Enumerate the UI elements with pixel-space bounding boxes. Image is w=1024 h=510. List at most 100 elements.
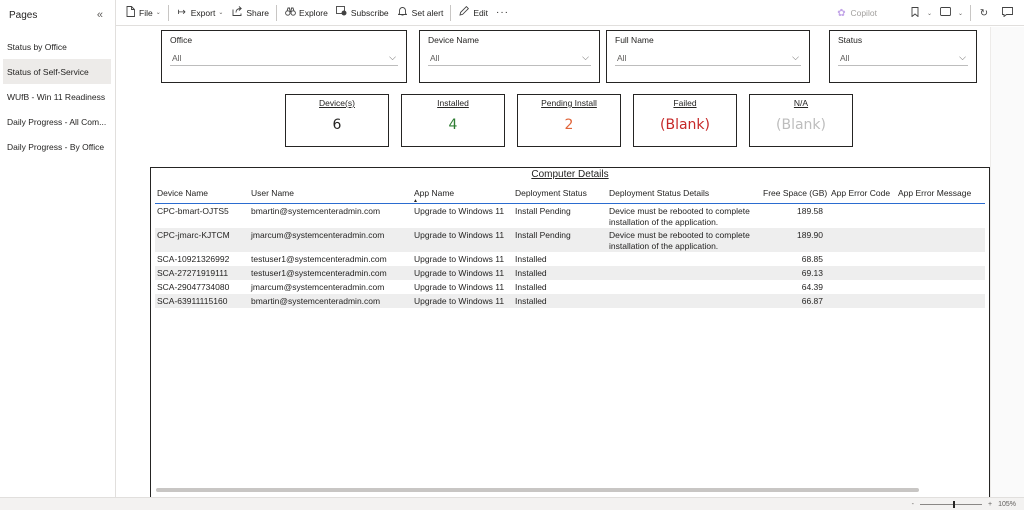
table-row[interactable]: SCA-10921326992 testuser1@systemcenteradm… <box>155 252 985 266</box>
table-cell: Upgrade to Windows 11 <box>414 206 505 216</box>
share-label: Share <box>246 7 270 18</box>
device-s-kpi-card[interactable]: Device(s) 6 <box>285 94 389 147</box>
explore-label: Explore <box>299 7 328 18</box>
refresh-button[interactable]: ↻ <box>974 0 997 26</box>
subscribe-button[interactable]: Subscribe <box>332 0 393 26</box>
page-tab-status-by-office[interactable]: Status by Office <box>0 34 115 59</box>
file-menu-button[interactable]: File ⌄ <box>120 0 165 26</box>
table-cell <box>607 280 761 294</box>
page-tab-daily-progress-by-office[interactable]: Daily Progress - By Office <box>0 134 115 159</box>
explore-button[interactable]: Explore <box>280 0 332 26</box>
toolbar-divider <box>167 4 169 21</box>
page-tab-status-of-self-service[interactable]: Status of Self-Service <box>3 59 111 84</box>
table-cell <box>607 252 761 266</box>
column-header-app-error-code[interactable]: App Error Code <box>829 188 896 198</box>
table-cell <box>896 280 981 294</box>
collapse-pane-icon[interactable]: « <box>97 9 103 21</box>
n-a-kpi-card[interactable]: N/A (Blank) <box>749 94 853 147</box>
column-header-label: Free Space (GB) <box>763 187 828 198</box>
file-icon <box>124 5 136 20</box>
toolbar-right-group: ✿ Copilot ⌄ ⌄ ↻ <box>831 0 1024 26</box>
page-tab-wufb-win-11-readiness[interactable]: WUfB - Win 11 Readiness <box>0 84 115 109</box>
bookmark-button[interactable]: ⌄ <box>905 0 936 26</box>
table-row[interactable]: CPC-bmart-OJTS5 bmartin@systemcenteradmin… <box>155 204 985 228</box>
table-cell: 64.39 <box>801 282 823 292</box>
table-cell: SCA-10921326992 <box>157 254 230 264</box>
table-row[interactable]: SCA-63911115160 bmartin@systemcenteradmin… <box>155 294 985 308</box>
ellipsis-icon: ··· <box>495 7 509 18</box>
column-header-app-name[interactable]: App Name ▲ <box>412 188 513 204</box>
table-cell: 69.13 <box>801 268 823 278</box>
table-row[interactable]: SCA-27271919111 testuser1@systemcenteradm… <box>155 266 985 280</box>
copilot-icon: ✿ <box>837 7 846 19</box>
table-title: Computer Details <box>531 169 609 180</box>
table-cell <box>829 228 896 252</box>
table-row[interactable]: CPC-jmarc-KJTCM jmarcum@systemcenteradmin… <box>155 228 985 252</box>
pages-pane: Pages « Status by Office Status of Self-S… <box>0 0 116 497</box>
table-cell <box>607 266 761 280</box>
column-header-deployment-status-details[interactable]: Deployment Status Details <box>607 188 761 198</box>
status-bar: - + 105% <box>0 497 1024 510</box>
table-row[interactable]: SCA-29047734080 jmarcum@systemcenteradmin… <box>155 280 985 294</box>
chevron-down-icon: ⌵ <box>792 52 799 62</box>
column-header-app-error-message[interactable]: App Error Message <box>896 188 981 198</box>
share-button[interactable]: Share <box>227 0 273 26</box>
view-button[interactable]: ⌄ <box>936 0 967 26</box>
table-cell: Installed <box>515 296 547 306</box>
set-alert-button[interactable]: Set alert <box>393 0 448 26</box>
kpi-label: Failed <box>673 98 697 108</box>
table-cell <box>829 294 896 308</box>
export-arrow-icon: ↦ <box>177 7 186 18</box>
horizontal-scrollbar[interactable] <box>156 488 919 492</box>
table-cell: Upgrade to Windows 11 <box>414 296 505 306</box>
kpi-value: 6 <box>332 117 342 133</box>
device-name-dropdown[interactable]: All ⌵ <box>428 50 591 66</box>
zoom-out-button[interactable]: - <box>910 501 916 508</box>
installed-kpi-card[interactable]: Installed 4 <box>401 94 505 147</box>
pages-pane-title: Pages <box>9 9 38 21</box>
edit-label: Edit <box>473 7 488 18</box>
copilot-button[interactable]: ✿ Copilot <box>831 0 880 26</box>
status-dropdown[interactable]: All ⌵ <box>838 50 968 66</box>
pending-install-kpi-card[interactable]: Pending Install 2 <box>517 94 621 147</box>
zoom-level[interactable]: 105% <box>998 501 1016 508</box>
zoom-control: - + 105% <box>910 498 1016 510</box>
report-canvas: Office All ⌵ Device Name All ⌵ Full Name All ⌵ St… <box>117 27 990 499</box>
edit-button[interactable]: Edit <box>454 0 492 26</box>
table-cell: 189.58 <box>797 206 823 216</box>
table-body: CPC-bmart-OJTS5 bmartin@systemcenteradmin… <box>151 204 989 308</box>
file-menu-label: File <box>139 7 153 18</box>
computer-details-table[interactable]: Computer Details Device Name User Name App… <box>150 167 990 499</box>
export-menu-button[interactable]: ↦ Export ⌄ <box>172 0 228 26</box>
status-slicer: Status All ⌵ <box>829 30 977 83</box>
table-cell: Upgrade to Windows 11 <box>414 282 505 292</box>
status-dropdown-value: All <box>840 52 850 63</box>
status-slicer-title: Status <box>838 35 863 45</box>
chevron-down-icon: ⌄ <box>218 10 224 16</box>
column-header-user-name[interactable]: User Name <box>249 188 412 198</box>
column-header-label: Deployment Status <box>515 187 587 198</box>
full-name-slicer: Full Name All ⌵ <box>606 30 810 83</box>
column-header-deployment-status[interactable]: Deployment Status <box>513 188 607 198</box>
column-header-device-name[interactable]: Device Name <box>155 188 249 198</box>
office-dropdown[interactable]: All ⌵ <box>170 50 398 66</box>
kpi-value: 4 <box>448 117 458 133</box>
chevron-down-icon: ⌄ <box>926 10 932 17</box>
kpi-value: 2 <box>564 117 574 133</box>
page-tab-daily-progress-all-com[interactable]: Daily Progress - All Com... <box>0 109 115 134</box>
office-slicer: Office All ⌵ <box>161 30 407 83</box>
column-header-label: App Error Code <box>831 187 891 198</box>
full-name-dropdown[interactable]: All ⌵ <box>615 50 801 66</box>
office-dropdown-value: All <box>172 52 182 63</box>
comments-button[interactable] <box>997 0 1020 26</box>
comment-icon <box>1001 6 1013 20</box>
column-header-free-space-gb[interactable]: Free Space (GB) <box>761 188 829 198</box>
failed-kpi-card[interactable]: Failed (Blank) <box>633 94 737 147</box>
zoom-in-button[interactable]: + <box>986 501 994 508</box>
more-options-button[interactable]: ··· <box>492 0 513 26</box>
kpi-value: (Blank) <box>776 117 826 133</box>
chevron-down-icon: ⌵ <box>959 52 966 62</box>
table-cell: SCA-63911115160 <box>157 296 228 306</box>
zoom-slider-thumb[interactable] <box>953 501 955 508</box>
zoom-slider[interactable] <box>920 501 982 508</box>
